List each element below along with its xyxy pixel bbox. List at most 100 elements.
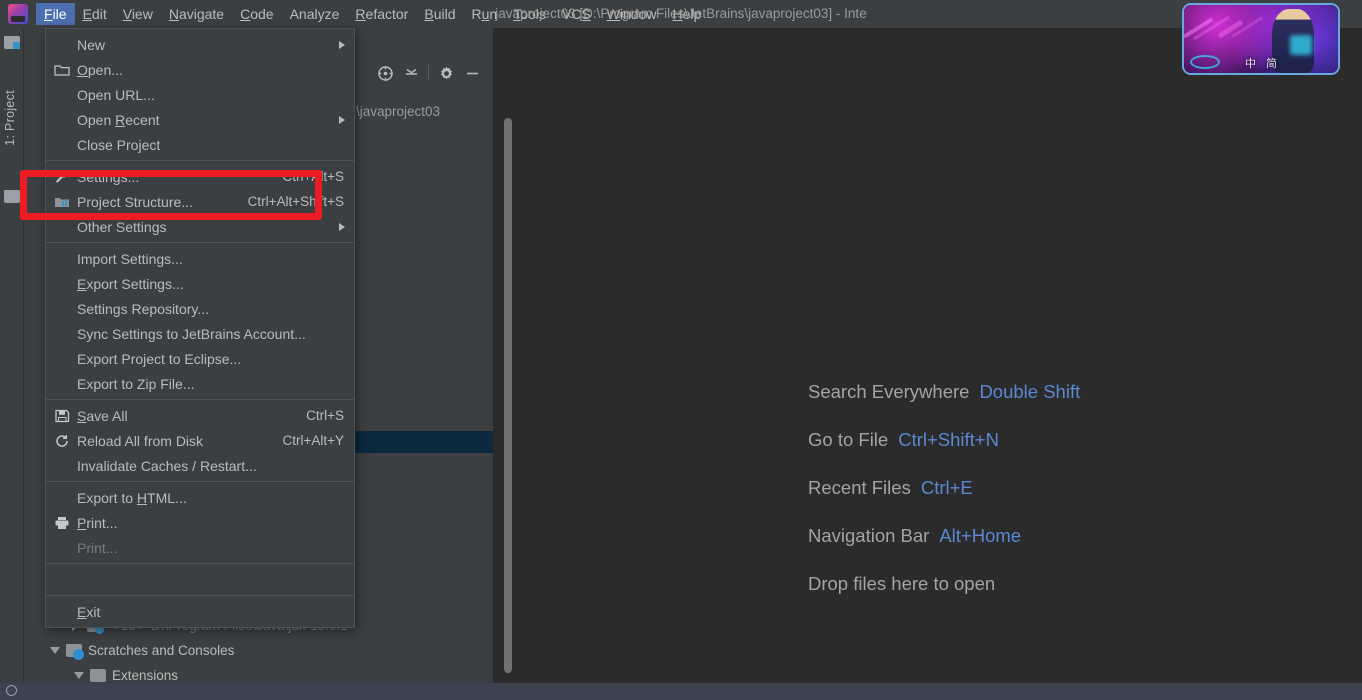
menu-item-print[interactable]: Print... (46, 510, 354, 535)
chevron-right-icon (339, 115, 345, 124)
menu-window[interactable]: Window (599, 3, 665, 25)
menu-item-export-zip[interactable]: Export to Zip File... (46, 371, 354, 396)
drop-files-label: Drop files here to open (808, 573, 996, 594)
menu-navigate[interactable]: Navigate (161, 3, 232, 25)
menu-run[interactable]: Run (463, 3, 505, 25)
menu-item-close-project[interactable]: Close Project (46, 132, 354, 157)
menu-separator (46, 563, 354, 564)
menu-item-accelerator: Ctrl+S (306, 408, 344, 423)
overlay-caption-mid: 简 (1266, 58, 1277, 70)
menu-item-invalidate-caches[interactable]: Invalidate Caches / Restart... (46, 453, 354, 478)
folder-icon (90, 669, 106, 682)
webcam-video-overlay[interactable]: 中 简 (1182, 3, 1340, 75)
menu-item-open-recent[interactable]: Open Recent (46, 107, 354, 132)
shortcut-name: Go to File (808, 429, 889, 450)
menu-item-label: Exit (77, 603, 101, 620)
project-tree-scrollbar[interactable] (504, 118, 512, 673)
module-icon (54, 195, 70, 209)
menu-separator (46, 242, 354, 243)
minimize-icon[interactable] (459, 61, 485, 85)
menu-item-power-save-mode[interactable] (46, 567, 354, 592)
shortcut-hint-row: Go to File Ctrl+Shift+N (808, 416, 1328, 464)
menu-item-open[interactable]: Open... (46, 57, 354, 82)
shortcut-hint-row: Search Everywhere Double Shift (808, 368, 1328, 416)
editor-shortcut-hints: Search Everywhere Double Shift Go to Fil… (808, 368, 1328, 608)
toolbar-separator (428, 65, 429, 81)
menu-item-export-to-html[interactable]: Export to HTML... (46, 485, 354, 510)
menu-item-exit[interactable]: Exit (46, 599, 354, 624)
sidebar-item-project[interactable]: 1: Project (3, 90, 17, 146)
menu-vcs[interactable]: VCS (554, 3, 599, 25)
locate-target-icon[interactable] (372, 61, 398, 85)
chevron-right-icon (339, 40, 345, 49)
file-menu-popup[interactable]: New Open... Open URL... Open Recent Clos… (45, 28, 355, 628)
menu-item-label: Open... (77, 61, 123, 78)
editor-empty-area: Search Everywhere Double Shift Go to Fil… (493, 28, 1362, 683)
shortcut-key: Ctrl+E (920, 477, 973, 498)
menu-item-other-settings[interactable]: Other Settings (46, 214, 354, 239)
scratches-icon (66, 644, 84, 660)
menu-item-label: Export Project to Eclipse... (77, 350, 242, 367)
menu-build[interactable]: Build (416, 3, 463, 25)
menu-item-label: Other Settings (77, 218, 167, 235)
menu-item-label: Settings Repository... (77, 300, 210, 317)
menu-item-label: Open Recent (77, 111, 160, 128)
shortcut-name: Search Everywhere (808, 381, 970, 402)
shortcut-key: Ctrl+Shift+N (898, 429, 999, 450)
chevron-down-icon[interactable] (50, 647, 60, 654)
collapse-all-icon[interactable] (398, 61, 424, 85)
overlay-caption-left: 中 (1245, 58, 1256, 70)
intellij-idea-logo-icon (8, 4, 28, 24)
menu-refactor[interactable]: Refactor (347, 3, 416, 25)
menu-item-reload-all-from-disk[interactable]: Reload All from Disk Ctrl+Alt+Y (46, 428, 354, 453)
menu-item-save-all[interactable]: Save All Ctrl+S (46, 403, 354, 428)
menu-item-label: New (77, 36, 106, 53)
wrench-icon (54, 170, 70, 184)
menu-item-label: Export Settings... (77, 275, 184, 292)
menu-item-new[interactable]: New (46, 32, 354, 57)
menu-tools[interactable]: Tools (505, 3, 554, 25)
menu-separator (46, 481, 354, 482)
reload-icon (54, 434, 70, 448)
shortcut-key: Double Shift (979, 381, 1081, 402)
sidebar-item-label: 1: Project (3, 90, 17, 146)
shortcut-name: Navigation Bar (808, 525, 930, 546)
table-row[interactable] (350, 431, 493, 453)
menu-item-label: Reload All from Disk (77, 432, 204, 449)
menu-item-export-project-eclipse[interactable]: Export Project to Eclipse... (46, 346, 354, 371)
title-bar: File Edit View Navigate Code Analyze Ref… (0, 0, 1362, 28)
menu-bar: File Edit View Navigate Code Analyze Ref… (36, 0, 709, 28)
menu-item-accelerator: Ctrl+Alt+S (282, 169, 344, 184)
menu-help[interactable]: Help (665, 3, 710, 25)
menu-item-settings-repository[interactable]: Settings Repository... (46, 296, 354, 321)
status-bar (0, 683, 1362, 700)
menu-item-label: Close Project (77, 136, 161, 153)
shortcut-hint-row: Recent Files Ctrl+E (808, 464, 1328, 512)
folder-icon (4, 190, 20, 203)
menu-item-open-url[interactable]: Open URL... (46, 82, 354, 107)
menu-item-accelerator: Ctrl+Alt+Shift+S (247, 194, 344, 209)
ide-window: Search Everywhere Double Shift Go to Fil… (0, 0, 1362, 700)
menu-item-export-settings[interactable]: Export Settings... (46, 271, 354, 296)
event-log-icon[interactable] (6, 685, 17, 696)
tree-row-scratches[interactable]: Scratches and Consoles (24, 638, 493, 663)
menu-edit[interactable]: Edit (75, 3, 115, 25)
menu-item-accelerator: Ctrl+Alt+Y (282, 433, 344, 448)
menu-analyze[interactable]: Analyze (282, 3, 348, 25)
menu-item-sync-settings[interactable]: Sync Settings to JetBrains Account... (46, 321, 354, 346)
menu-file[interactable]: File (36, 3, 75, 25)
gear-icon[interactable] (433, 61, 459, 85)
project-folder-icon (4, 36, 20, 49)
menu-item-settings[interactable]: Settings... Ctrl+Alt+S (46, 164, 354, 189)
tree-item-label: Scratches and Consoles (88, 643, 235, 658)
menu-item-label: Settings... (77, 168, 140, 185)
menu-code[interactable]: Code (232, 3, 281, 25)
chevron-down-icon[interactable] (74, 672, 84, 679)
menu-item-label: Print... (77, 514, 118, 531)
status-left-group (6, 685, 22, 696)
menu-item-project-structure[interactable]: Project Structure... Ctrl+Alt+Shift+S (46, 189, 354, 214)
menu-view[interactable]: View (115, 3, 161, 25)
menu-item-import-settings[interactable]: Import Settings... (46, 246, 354, 271)
menu-item-label: Project Structure... (77, 193, 193, 210)
shortcut-name: Recent Files (808, 477, 911, 498)
